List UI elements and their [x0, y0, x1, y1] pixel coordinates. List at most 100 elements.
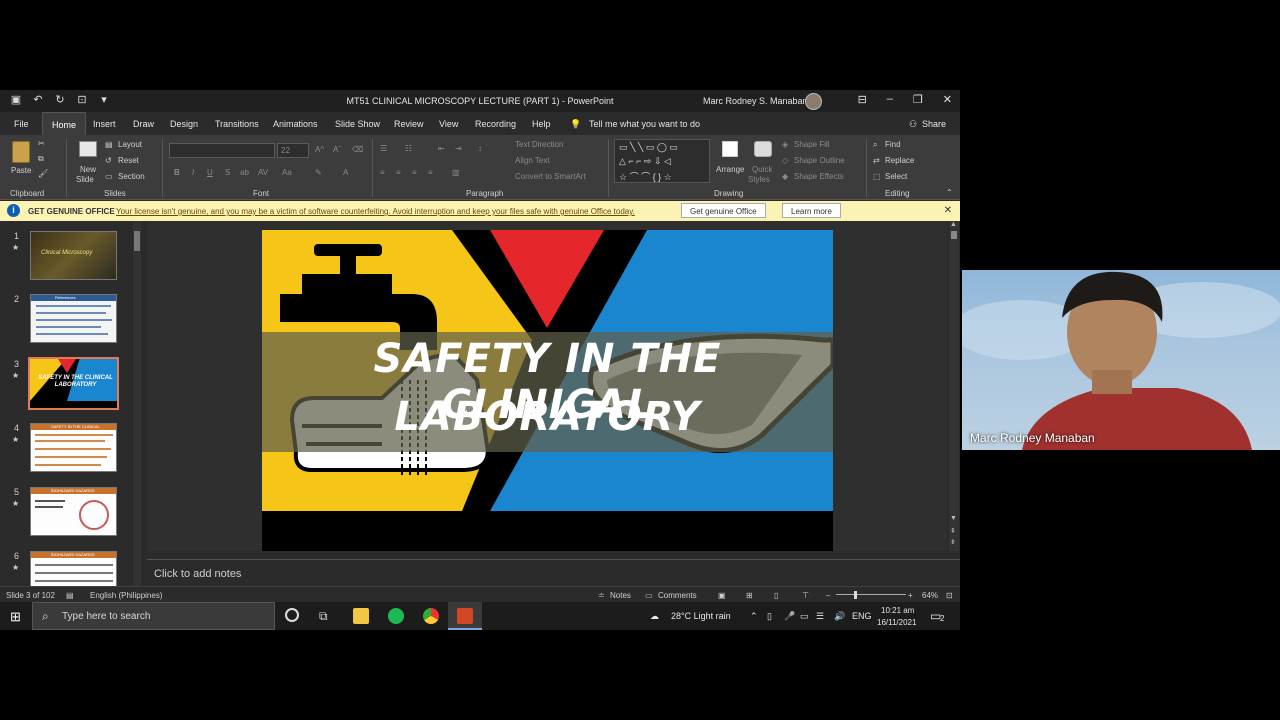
zoom-slider-handle[interactable] [854, 591, 857, 599]
slideshow-icon[interactable]: ⊤ [802, 591, 809, 600]
tab-design[interactable]: Design [170, 119, 198, 129]
cut-icon[interactable]: ✂ [38, 139, 45, 148]
notes-button[interactable]: Notes [610, 591, 631, 600]
section-button[interactable]: Section [118, 172, 145, 181]
language-indicator[interactable]: English (Philippines) [90, 591, 162, 600]
accessibility-icon[interactable]: ▤ [66, 591, 74, 600]
slide-title-line2[interactable]: LABORATORY [262, 394, 833, 440]
microphone-icon[interactable]: 🎤 [784, 611, 795, 622]
maximize-icon[interactable]: ❐ [913, 93, 923, 106]
bullets-icon[interactable]: ☰ [380, 144, 387, 153]
strikethrough-icon[interactable]: ab [240, 168, 249, 177]
reset-button[interactable]: Reset [118, 156, 139, 165]
task-view-icon[interactable]: ⧉ [319, 609, 328, 624]
battery-icon[interactable]: ▭ [800, 611, 809, 622]
normal-view-icon[interactable]: ▣ [718, 591, 726, 600]
tab-slide-show[interactable]: Slide Show [335, 119, 380, 129]
increase-indent-icon[interactable]: ⇥ [455, 144, 462, 153]
font-color-icon[interactable]: A [343, 168, 348, 177]
slide-thumbnail-6[interactable]: BIOHAZARD HAZARDS [30, 551, 117, 586]
slide-scrollbar[interactable]: ▲ ▼ ⇞ ⇟ [949, 221, 959, 551]
text-direction-button[interactable]: Text Direction [515, 140, 563, 149]
slide-thumbnail-2[interactable]: References [30, 294, 117, 343]
file-explorer-icon[interactable] [353, 608, 369, 624]
scroll-up-icon[interactable]: ▲ [950, 221, 957, 228]
network-icon[interactable]: ☰ [816, 611, 824, 622]
share-button[interactable]: Share [922, 119, 946, 129]
justify-icon[interactable]: ≡ [428, 168, 433, 177]
fit-to-window-icon[interactable]: ⊡ [946, 591, 953, 600]
align-left-icon[interactable]: ≡ [380, 168, 385, 177]
tab-transitions[interactable]: Transitions [215, 119, 259, 129]
share-icon[interactable]: ⚇ [909, 119, 917, 130]
convert-smartart-button[interactable]: Convert to SmartArt [515, 172, 586, 181]
select-button[interactable]: Select [885, 172, 907, 181]
tab-insert[interactable]: Insert [93, 119, 116, 129]
underline-icon[interactable]: U [207, 168, 213, 177]
bold-icon[interactable]: B [174, 168, 180, 177]
collapse-ribbon-icon[interactable]: ⌃ [946, 188, 953, 197]
italic-icon[interactable]: I [192, 168, 194, 177]
find-button[interactable]: Find [885, 140, 901, 149]
paste-button[interactable]: Paste [11, 166, 31, 175]
show-hidden-icons-icon[interactable]: ⌃ [750, 611, 758, 622]
thumbnails-scrollbar[interactable] [133, 221, 141, 586]
decrease-font-icon[interactable]: Aˇ [333, 145, 341, 154]
notes-pane[interactable]: Click to add notes [147, 559, 960, 586]
get-genuine-office-button[interactable]: Get genuine Office [681, 203, 766, 218]
quick-styles-icon[interactable] [754, 141, 772, 157]
align-center-icon[interactable]: ≡ [396, 168, 401, 177]
reading-view-icon[interactable]: ▯ [774, 591, 778, 600]
slide-thumbnail-3[interactable]: SAFETY IN THE CLINICAL LABORATORY [28, 357, 119, 410]
chrome-icon[interactable] [423, 608, 439, 624]
windows-start-icon[interactable]: ⊞ [10, 609, 21, 625]
comments-button[interactable]: Comments [658, 591, 697, 600]
spotify-icon[interactable] [388, 608, 404, 624]
avatar[interactable] [805, 93, 822, 110]
replace-button[interactable]: Replace [885, 156, 914, 165]
tray-app-icon[interactable]: ▯ [767, 611, 772, 622]
increase-font-icon[interactable]: A^ [315, 145, 324, 154]
clock-time[interactable]: 10:21 am [881, 606, 914, 615]
char-spacing-icon[interactable]: AV [258, 168, 268, 177]
tab-review[interactable]: Review [394, 119, 424, 129]
next-slide-icon[interactable]: ⇟ [950, 538, 956, 546]
search-placeholder[interactable]: Type here to search [62, 611, 150, 622]
new-slide-button[interactable]: New [80, 165, 96, 174]
tell-me-search[interactable]: Tell me what you want to do [589, 119, 700, 129]
zoom-level[interactable]: 64% [922, 591, 938, 600]
cortana-icon[interactable] [285, 608, 299, 622]
copy-icon[interactable]: ⧉ [38, 154, 44, 164]
scroll-down-icon[interactable]: ▼ [950, 515, 957, 522]
shadow-icon[interactable]: S [225, 168, 230, 177]
shape-outline-button[interactable]: Shape Outline [794, 156, 845, 165]
minimize-icon[interactable]: – [887, 93, 893, 106]
change-case-icon[interactable]: Aa [282, 168, 292, 177]
tab-animations[interactable]: Animations [273, 119, 318, 129]
powerpoint-taskbar-button[interactable] [448, 602, 482, 630]
clear-formatting-icon[interactable]: ⌫ [352, 145, 363, 154]
webcam-video-tile[interactable]: Marc Rodney Manaban [962, 270, 1280, 450]
highlight-icon[interactable]: ✎ [315, 168, 322, 177]
notes-placeholder[interactable]: Click to add notes [154, 568, 241, 580]
warning-message-link[interactable]: Your license isn't genuine, and you may … [116, 207, 635, 216]
paste-icon[interactable] [12, 141, 30, 163]
language-indicator[interactable]: ENG [852, 611, 872, 621]
format-painter-icon[interactable]: 🖌 [38, 169, 48, 178]
shapes-gallery[interactable]: ▭ ╲ ╲ ▭ ◯ ▭ △ ⌐ ⌐ ⇨ ⇩ ◁ ☆ ⌒ ⌒ { } ☆ [614, 139, 710, 183]
tab-view[interactable]: View [439, 119, 458, 129]
align-right-icon[interactable]: ≡ [412, 168, 417, 177]
columns-icon[interactable]: ▥ [452, 168, 460, 177]
numbering-icon[interactable]: ☷ [405, 144, 412, 153]
slide-sorter-icon[interactable]: ⊞ [746, 591, 753, 600]
new-slide-icon[interactable] [79, 141, 97, 157]
decrease-indent-icon[interactable]: ⇤ [438, 144, 445, 153]
slide-thumbnail-5[interactable]: BIOHAZARD HAZARDS [30, 487, 117, 536]
shape-effects-button[interactable]: Shape Effects [794, 172, 844, 181]
font-name-box[interactable] [169, 143, 275, 158]
layout-button[interactable]: Layout [118, 140, 142, 149]
weather-text[interactable]: 28°C Light rain [671, 611, 731, 621]
arrange-button[interactable]: Arrange [716, 165, 744, 174]
prev-slide-icon[interactable]: ⇞ [950, 527, 956, 535]
slide-thumbnail-1[interactable]: Clinical Microscopy [30, 231, 117, 280]
